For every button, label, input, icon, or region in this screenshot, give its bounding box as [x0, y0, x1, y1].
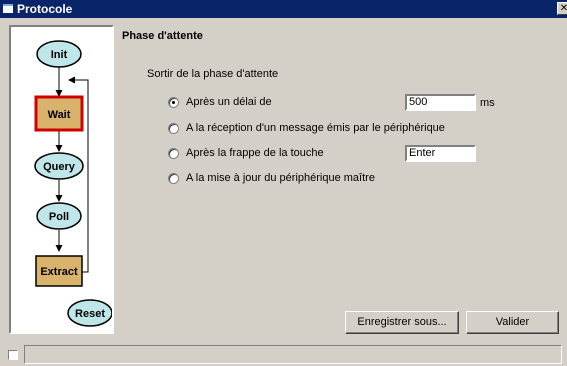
option-device-message[interactable]: A la réception d'un message émis par le … [168, 122, 445, 134]
svg-text:Poll: Poll [49, 211, 69, 223]
status-checkbox[interactable] [8, 350, 18, 360]
flow-diagram: Init Wait Query Poll Extract Reset [34, 40, 112, 327]
radio-delay[interactable] [168, 96, 179, 108]
option-delay-label: Après un délai de [186, 96, 272, 108]
svg-text:Query: Query [43, 161, 76, 173]
save-as-button[interactable]: Enregistrer sous... [345, 311, 459, 334]
status-field [24, 345, 562, 364]
option-delay[interactable]: Après un délai de [168, 96, 272, 108]
title-bar: Protocole ✕ [0, 0, 567, 18]
section-title: Phase d'attente [122, 30, 203, 42]
flow-node-query[interactable]: Query [34, 152, 84, 180]
flow-diagram-panel: Init Wait Query Poll Extract Reset [9, 25, 114, 334]
window-icon [3, 4, 13, 13]
flow-node-extract[interactable]: Extract [35, 255, 83, 287]
window-title: Protocole [17, 2, 73, 16]
flow-node-init[interactable]: Init [36, 40, 82, 68]
option-master-update[interactable]: A la mise à jour du périphérique maître [168, 172, 375, 184]
key-input[interactable]: Enter [405, 145, 476, 162]
svg-text:Extract: Extract [40, 266, 78, 278]
exit-options-label: Sortir de la phase d'attente [147, 68, 279, 80]
flow-node-poll[interactable]: Poll [36, 202, 82, 230]
option-master-update-label: A la mise à jour du périphérique maître [186, 172, 375, 184]
svg-text:Init: Init [51, 49, 68, 61]
option-device-message-label: A la réception d'un message émis par le … [186, 122, 445, 134]
option-key-press-label: Après la frappe de la touche [186, 147, 324, 159]
delay-input[interactable]: 500 [405, 94, 476, 111]
radio-key-press[interactable] [168, 147, 179, 159]
radio-device-message[interactable] [168, 122, 179, 134]
delay-unit-label: ms [480, 97, 495, 109]
svg-text:Reset: Reset [75, 308, 105, 320]
validate-button[interactable]: Valider [466, 311, 559, 334]
svg-text:Wait: Wait [48, 109, 71, 121]
flow-node-wait[interactable]: Wait [34, 95, 84, 132]
radio-master-update[interactable] [168, 172, 179, 184]
option-key-press[interactable]: Après la frappe de la touche [168, 147, 324, 159]
flow-node-reset[interactable]: Reset [67, 299, 112, 327]
close-button[interactable]: ✕ [557, 2, 567, 15]
